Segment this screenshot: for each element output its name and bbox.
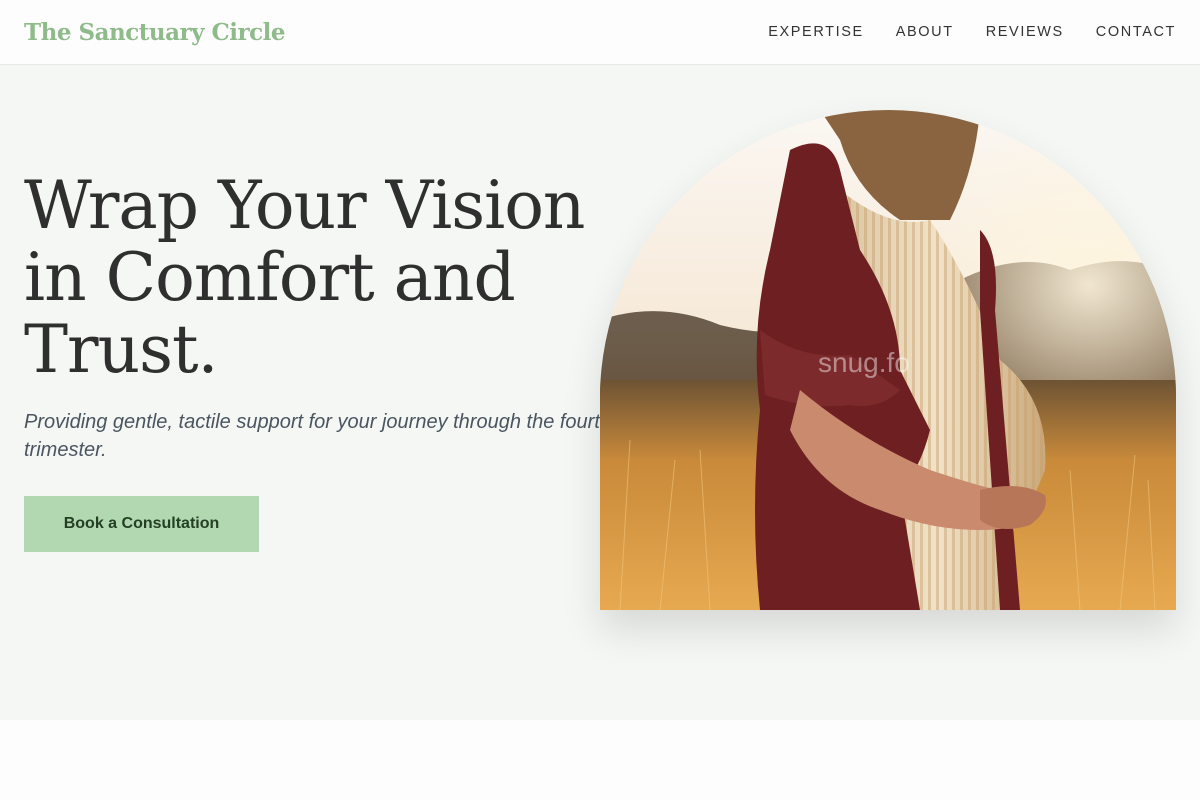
hero-image: snug.fo [600,110,1176,610]
hero-title: Wrap Your Vision in Comfort and Trust. [24,170,614,386]
lower-section [0,720,1200,800]
image-watermark: snug.fo [818,347,910,378]
book-consultation-button[interactable]: Book a Consultation [24,496,259,552]
hero-title-line-3: Trust. [24,311,218,388]
hero-title-line-2: in Comfort and [24,239,516,316]
nav-link-about[interactable]: ABOUT [896,24,954,40]
main-nav: EXPERTISE ABOUT REVIEWS CONTACT [768,24,1176,40]
nav-link-reviews[interactable]: REVIEWS [986,24,1064,40]
site-logo[interactable]: The Sanctuary Circle [24,19,286,46]
hero-title-line-1: Wrap Your Vision [24,167,585,244]
hero-section: Wrap Your Vision in Comfort and Trust. P… [0,65,1200,720]
pregnant-woman-photo: snug.fo [600,110,1176,610]
hero-subtitle: Providing gentle, tactile support for yo… [24,411,612,461]
nav-link-contact[interactable]: CONTACT [1096,24,1176,40]
nav-link-expertise[interactable]: EXPERTISE [768,24,864,40]
site-header: The Sanctuary Circle EXPERTISE ABOUT REV… [0,0,1200,65]
